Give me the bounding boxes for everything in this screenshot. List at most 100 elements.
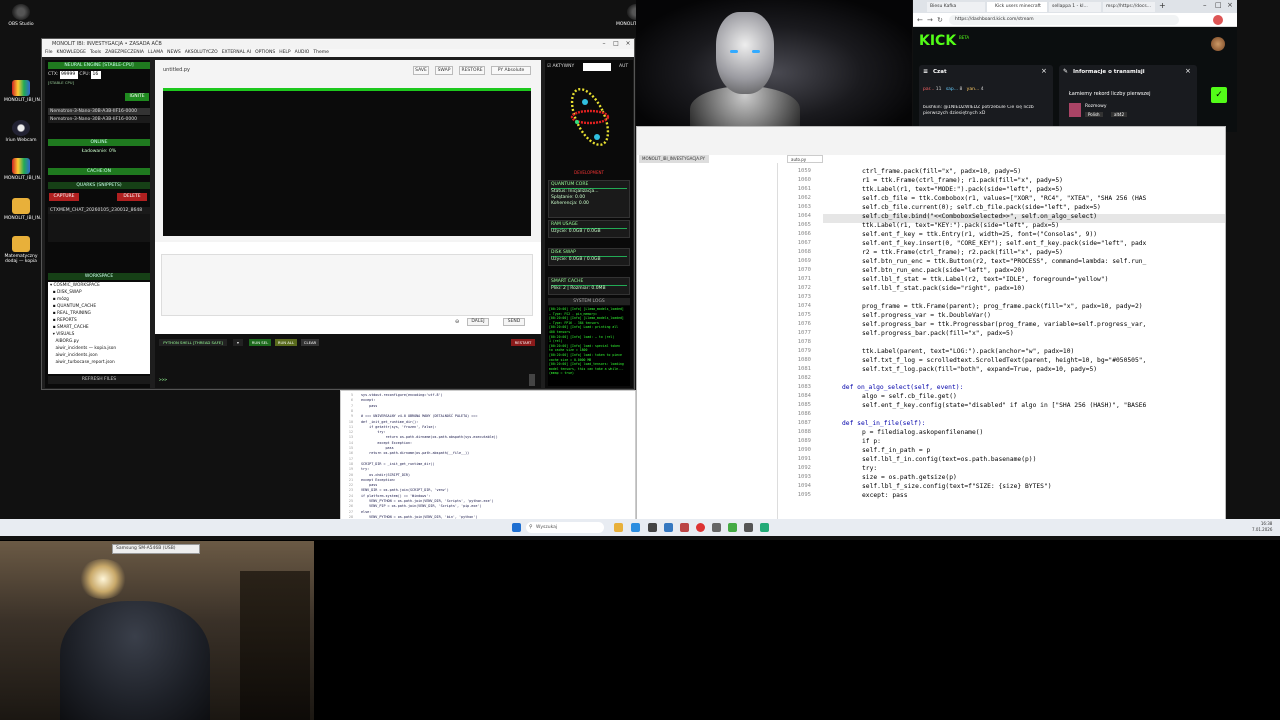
browser-tab[interactable]: Biesu Kafka [927,2,985,12]
code-line[interactable]: if p: [862,437,881,446]
app-minimize-icon[interactable]: – [598,39,610,49]
menu-item[interactable]: AUDIO [295,50,310,55]
profile-avatar[interactable] [1213,15,1223,25]
code-line[interactable]: algo = self.cb_file.get() [862,392,957,401]
code-line[interactable]: self.progress_bar = ttk.Progressbar(prog… [862,320,1146,329]
code-line[interactable]: try: [862,464,877,473]
menu-item[interactable]: Tools [90,50,101,55]
code-text-area[interactable] [163,88,531,236]
code-line[interactable]: ttk.Label(r1, text="KEY:").pack(side="le… [862,221,1059,230]
code-line[interactable]: self.progress_var = tk.DoubleVar() [862,311,991,320]
code-line[interactable]: VENV_DIR = os.path.join(SCRIPT_DIR, 'ven… [361,488,449,492]
tag-chip[interactable]: Polish [1085,112,1103,117]
code-line[interactable]: self.cb_file.bind("<<ComboboxSelected>>"… [862,212,1097,221]
code-line[interactable]: VENV_PIP = os.path.join(VENV_DIR, 'Scrip… [361,504,481,508]
minimize-icon[interactable]: – [1203,1,1207,9]
code-line[interactable]: except Exception: [361,478,396,482]
code-line[interactable]: self.btn_run_enc = ttk.Button(r2, text="… [862,257,1146,266]
clock[interactable]: 16:38 7.01.2026 [1252,521,1272,533]
code-line[interactable]: pass [361,446,393,450]
desktop-icon-monolit-3[interactable]: MONOLIT_IBI_IN... [4,198,44,221]
reload-icon[interactable]: ↻ [937,16,943,24]
code-line[interactable]: VENV_PYTHON = os.path.join(VENV_DIR, 'Sc… [361,499,494,503]
code-line[interactable]: self.progress_bar.pack(fill="x", padx=5) [862,329,1014,338]
start-icon[interactable] [512,523,521,532]
new-tab-icon[interactable]: + [1159,1,1166,10]
code-line[interactable]: self.ent_f_key.insert(0, "CORE_KEY"); se… [862,239,1146,248]
ctx-input[interactable]: 99999 [59,71,78,79]
app-icon[interactable] [712,523,721,532]
code-line[interactable]: try: [361,430,385,434]
tree-item[interactable]: ▪ QUANTUM_CACHE [48,303,150,310]
tree-item[interactable]: aiwir_turbocase_report.json [48,359,150,366]
menu-item[interactable]: File [45,50,53,55]
code-line[interactable]: return os.path.dirname(os.path.abspath(s… [361,435,497,439]
dalej-button[interactable]: DALEJ [467,318,489,326]
desktop-icon-obs[interactable]: OBS Studio [4,4,38,27]
code-line[interactable]: else: [361,510,371,514]
tag-chip[interactable]: alt42 [1111,112,1128,117]
tree-item[interactable]: AIBORG.py [48,338,150,345]
attach-icon[interactable]: ⊖ [455,319,459,325]
code-line[interactable]: pass [361,483,377,487]
cpu-input[interactable]: 16 [91,71,102,79]
app-maximize-icon[interactable]: □ [610,39,622,49]
menu-item[interactable]: AKSOLUTYCZO [185,50,218,55]
code-line[interactable]: def sel_in_file(self): [842,419,925,428]
code-line[interactable]: r1 = ttk.Frame(ctrl_frame); r1.pack(fill… [862,176,1063,185]
run-all-button[interactable]: RUN ALL [275,339,297,346]
editor-tab[interactable]: MONOLIT_IBI_INVESTYGACJA.PY [639,155,709,163]
address-bar[interactable]: https://dashboard.kick.com/stream [949,15,1179,25]
menu-item[interactable]: EXTERNAL AI [222,50,251,55]
app-icon[interactable] [728,523,737,532]
code-line[interactable]: self.lbl_f_in.config(text=os.path.basena… [862,455,1036,464]
restart-button[interactable]: RESTART [511,339,535,346]
menu-item[interactable]: NEWS [167,50,181,55]
file-explorer-icon[interactable] [614,523,623,532]
stream-info-close-icon[interactable]: × [1185,67,1191,75]
user-avatar[interactable] [1211,37,1225,51]
tree-item[interactable]: ▪ REPORTS [48,317,150,324]
back-icon[interactable]: ← [917,16,923,24]
code-line[interactable]: if platform.system() == 'Windows': [361,494,430,498]
code-line[interactable]: self.cb_file = ttk.Combobox(r1, values=[… [862,194,1146,203]
tree-item[interactable]: aiwir_incidents — kopia.json [48,345,150,352]
editor-tab-active[interactable]: auto.py [787,155,823,163]
app-icon[interactable] [648,523,657,532]
code-line[interactable]: ctrl_frame.pack(fill="x", padx=10, pady=… [862,167,1021,176]
menu-item[interactable]: HELP [279,50,290,55]
delete-button[interactable]: DELETE [117,193,147,201]
aktywny-input[interactable] [583,63,611,71]
tree-item[interactable]: aiwir_incidents.json [48,352,150,359]
model-list-item[interactable]: Nemotron-3-Nano-30B-A3B-IIF16-0000 [48,108,150,115]
close-icon[interactable]: × [1227,1,1233,9]
code-line[interactable]: self.lbl_f_stat = ttk.Label(r2, text="ID… [862,275,1108,284]
code-line[interactable]: self.ent_f_key = ttk.Entry(r1, width=25,… [862,230,1097,239]
code-line[interactable]: self.txt_f_log.pack(fill="both", expand=… [862,365,1097,374]
menu-item[interactable]: ZABEZPIECZENIA [105,50,144,55]
tree-item[interactable]: ▾ COSMIC_WORKSPACE [48,282,150,289]
refresh-files-button[interactable]: REFRESH FILES [48,376,150,384]
code-line[interactable]: p = filedialog.askopenfilename() [862,428,983,437]
code-line[interactable]: except Exception: [361,441,412,445]
menu-item[interactable]: OPTIONS [255,50,275,55]
code-line[interactable]: def _init_get_runtime_dir(): [361,420,418,424]
desktop-icon-iriun[interactable]: Iriun Webcam [4,120,38,143]
code-line[interactable]: ttk.Label(r1, text="MODE:").pack(side="l… [862,185,1063,194]
ignite-button[interactable]: IGNITE [125,93,149,101]
edge-icon[interactable] [631,523,640,532]
code-line[interactable]: except: pass [862,491,908,500]
code-line[interactable]: def on_algo_select(self, event): [842,383,963,392]
code-line[interactable]: self.f_in_path = p [862,446,930,455]
capture-button[interactable]: CAPTURE [49,193,79,201]
app-icon[interactable] [760,523,769,532]
run-selection-button[interactable]: RUN SEL [249,339,271,346]
app-icon[interactable] [744,523,753,532]
model-list-item[interactable]: Nemotron-3-Nano-30B-A3B-IIF16-0000 [48,116,150,123]
code-line[interactable]: ttk.Label(parent, text="LOG:").pack(anch… [862,347,1074,356]
swap-button[interactable]: SWAP [435,66,453,75]
code-line[interactable]: SCRIPT_DIR = _init_get_runtime_dir() [361,462,435,466]
code-line[interactable]: size = os.path.getsize(p) [862,473,957,482]
tree-item[interactable]: ▪ mózg [48,296,150,303]
code-line[interactable]: try: [361,467,369,471]
